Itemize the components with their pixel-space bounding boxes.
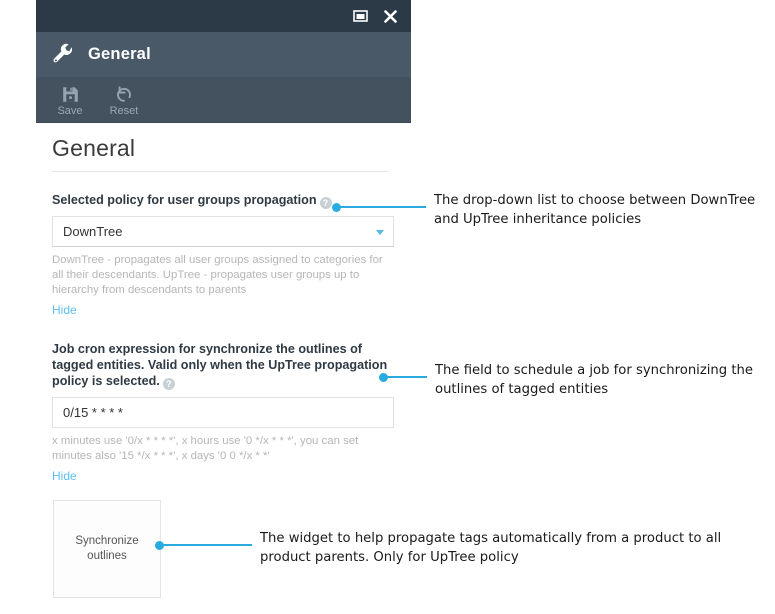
policy-select[interactable]: DownTree [52, 216, 394, 247]
title-divider [52, 171, 389, 172]
page-title: General [52, 135, 136, 161]
annotation-widget-line1: The widget to help propagate tags automa… [260, 531, 722, 546]
restore-window-icon[interactable] [349, 5, 371, 27]
wrench-icon [50, 42, 76, 68]
synchronize-outlines-widget[interactable]: Synchronize outlines [53, 500, 161, 598]
annotation-dropdown-line2: and UpTree inheritance policies [434, 212, 642, 227]
settings-window: General Save Reset [36, 0, 411, 123]
annotation-cron-line2: outlines of tagged entities [435, 382, 609, 397]
window-titlebar [36, 0, 411, 32]
annotation-widget-dot [155, 540, 164, 550]
cron-input-value: 0/15 * * * * [63, 405, 123, 420]
window-toolbar: Save Reset [36, 77, 411, 123]
annotation-dropdown-line [333, 206, 426, 208]
reset-button[interactable]: Reset [100, 82, 148, 117]
field-cron-hint: x minutes use '0/x * * * *', x hours use… [52, 435, 359, 462]
save-button-label: Save [57, 105, 83, 117]
field-policy-hide-link[interactable]: Hide [52, 303, 77, 317]
chevron-down-icon [376, 229, 384, 235]
synchronize-outlines-widget-label: Synchronize outlines [75, 535, 139, 562]
field-policy-hint: DownTree - propagates all user groups as… [52, 254, 383, 296]
annotation-cron-line1: The field to schedule a job for synchron… [435, 363, 753, 378]
annotation-dropdown-dot [332, 202, 341, 212]
annotation-widget-text: The widget to help propagate tags automa… [260, 529, 721, 567]
policy-select-value: DownTree [63, 224, 123, 239]
reset-button-label: Reset [109, 105, 139, 117]
field-cron-label-text: Job cron expression for synchronize the … [52, 342, 388, 388]
annotation-dropdown-text: The drop-down list to choose between Dow… [434, 191, 755, 229]
window-header: General [36, 32, 411, 77]
reset-undo-icon [115, 85, 133, 104]
field-cron: Job cron expression for synchronize the … [52, 341, 394, 485]
annotation-cron-dot [379, 372, 388, 382]
field-policy-label-text: Selected policy for user groups propagat… [52, 193, 317, 207]
field-cron-hide-link[interactable]: Hide [52, 469, 77, 483]
close-icon[interactable] [379, 5, 401, 27]
annotation-widget-line [156, 544, 252, 546]
question-mark-icon[interactable]: ? [319, 197, 332, 209]
screenshot-root: General Save Reset General Selected poli… [0, 0, 775, 614]
window-title: General [88, 45, 151, 63]
annotation-dropdown-line1: The drop-down list to choose between Dow… [434, 193, 756, 208]
save-floppy-icon [62, 85, 79, 104]
save-button[interactable]: Save [46, 82, 94, 117]
field-cron-label: Job cron expression for synchronize the … [52, 341, 389, 390]
cron-input[interactable]: 0/15 * * * * [52, 397, 394, 428]
question-mark-icon[interactable]: ? [162, 378, 175, 390]
settings-page: General Selected policy for user groups … [36, 123, 411, 507]
annotation-widget-line2: product parents. Only for UpTree policy [260, 550, 519, 565]
annotation-cron-text: The field to schedule a job for synchron… [435, 361, 753, 399]
